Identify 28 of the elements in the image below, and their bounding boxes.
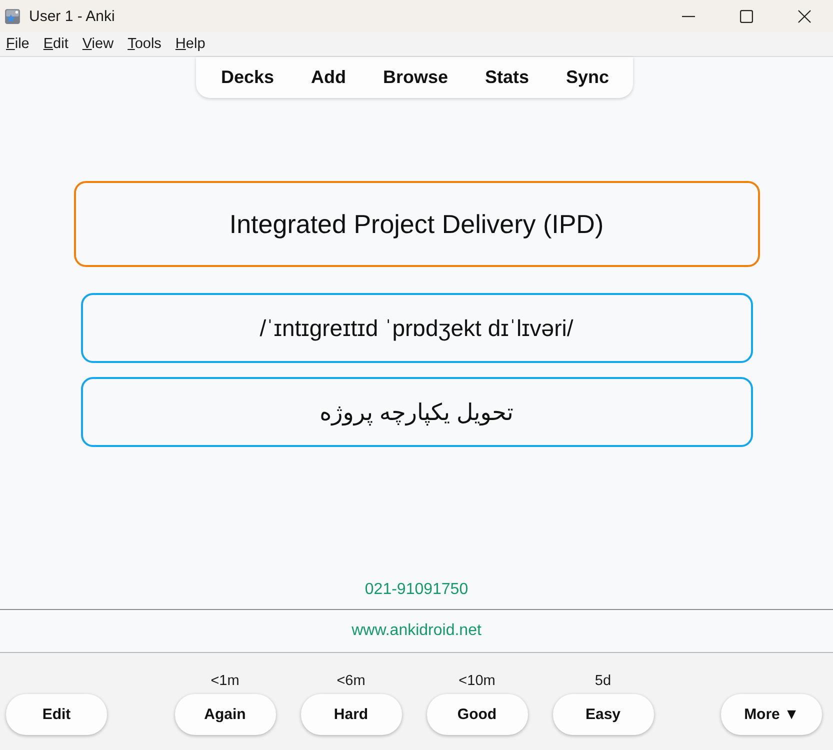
interval-label: <10m bbox=[458, 673, 496, 689]
pronunciation-card: /ˈɪntɪgreɪtɪd ˈprɒdʒekt dɪˈlɪvəri/ bbox=[80, 293, 752, 363]
window-title: User 1 - Anki bbox=[29, 8, 115, 24]
interval-label: <6m bbox=[336, 673, 366, 689]
menu-item[interactable]: Edit bbox=[43, 36, 68, 52]
maximize-icon bbox=[740, 10, 752, 22]
term-card: Integrated Project Delivery (IPD) bbox=[74, 181, 760, 267]
more-button[interactable]: More ▼ bbox=[721, 694, 822, 735]
toolbar-link[interactable]: Sync bbox=[566, 67, 609, 88]
website-text: www.ankidroid.net bbox=[352, 622, 482, 640]
edit-button[interactable]: Edit bbox=[6, 694, 107, 735]
answer-button[interactable]: Again bbox=[174, 694, 276, 735]
menu-item[interactable]: Help bbox=[175, 36, 206, 52]
translation-card: تحویل یکپارچه پروژه bbox=[80, 377, 752, 447]
answer-button[interactable]: Easy bbox=[552, 694, 654, 735]
toolbar-link[interactable]: Add bbox=[311, 67, 346, 88]
phone-number-text: 021-91091750 bbox=[364, 581, 468, 599]
menu-item[interactable]: File bbox=[6, 36, 30, 52]
interval-label: 5d bbox=[594, 673, 612, 689]
toolbar-link[interactable]: Stats bbox=[484, 67, 529, 88]
answer-button[interactable]: Hard bbox=[300, 694, 402, 735]
close-icon bbox=[798, 10, 810, 22]
toolbar-link[interactable]: Browse bbox=[382, 67, 448, 88]
interval-label: <1m bbox=[210, 673, 240, 689]
menu-item[interactable]: Tools bbox=[128, 36, 162, 52]
menu-item[interactable]: View bbox=[82, 36, 114, 52]
answer-button[interactable]: Good bbox=[426, 694, 528, 735]
toolbar-link[interactable]: Decks bbox=[221, 67, 274, 88]
